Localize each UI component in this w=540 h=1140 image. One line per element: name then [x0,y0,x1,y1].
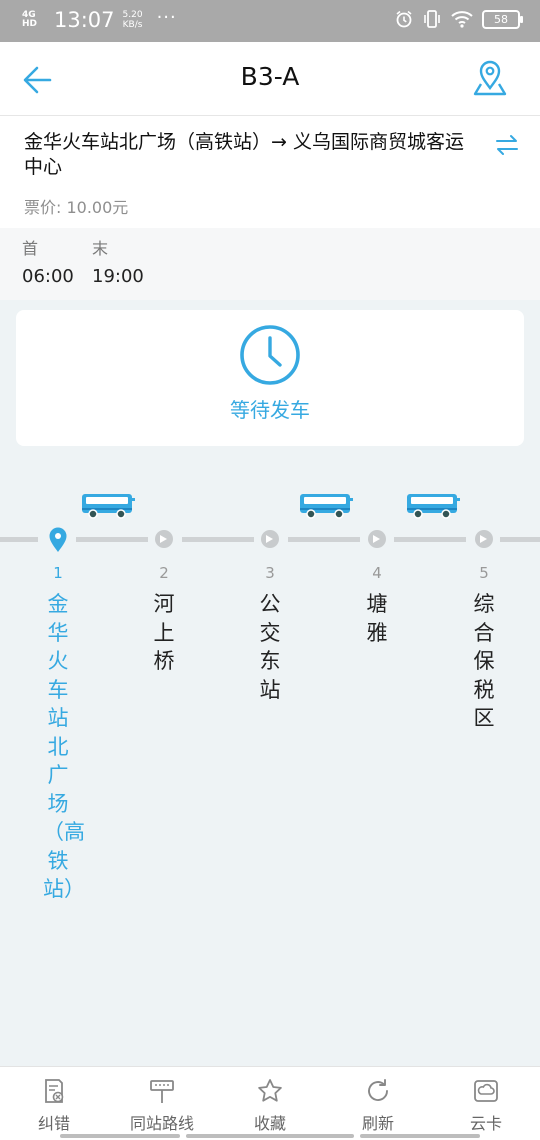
station-number: 5 [479,564,489,582]
gesture-bar [360,1134,480,1138]
station-node-icon[interactable] [475,530,493,548]
route-segment [394,537,466,542]
refresh-icon [368,1079,388,1101]
map-pin-icon [473,60,507,96]
battery-indicator: 58 [482,9,523,29]
station-name[interactable]: 河上桥 [149,590,179,676]
status-time: 13:07 [54,8,115,32]
bottom-nav: 纠错 同站路线 收藏 刷新 云卡 [0,1066,540,1140]
swap-icon [496,135,518,155]
route-segment [500,537,540,542]
nav-label: 纠错 [37,1114,70,1133]
nav-error-report[interactable]: 纠错 [0,1067,108,1140]
route-segment [288,537,360,542]
bus-stop-icon [150,1080,174,1103]
star-icon [258,1079,282,1102]
service-hours: 首 末 06:00 19:00 [0,228,540,300]
station-node-icon[interactable] [261,530,279,548]
app-header: B3-A [0,42,540,116]
last-bus-label: 末 [92,239,109,258]
gesture-bar [186,1134,354,1138]
station-number: 2 [159,564,169,582]
more-notifications-icon: ··· [156,6,177,28]
nav-same-stop-routes[interactable]: 同站路线 [108,1067,216,1140]
network-speed: 5.20 KB/s [122,10,143,30]
wifi-icon [451,11,473,28]
map-button[interactable] [470,58,510,100]
vibrate-icon [424,10,440,28]
network-indicator: 4G HD [22,10,38,29]
bus-icon[interactable] [298,492,354,520]
alarm-icon [396,10,412,28]
bus-icon[interactable] [80,492,136,520]
cloud-card-icon [474,1080,498,1102]
station-name[interactable]: 金华火车站北广场（高铁站） [43,590,85,904]
route-info: 金华火车站北广场（高铁站）→ 义乌国际商贸城客运中心 票价: 10.00元 [0,116,540,228]
station-number: 3 [265,564,275,582]
error-report-icon [45,1079,64,1103]
nav-refresh[interactable]: 刷新 [324,1067,432,1140]
departure-status-card: 等待发车 [16,310,524,446]
page-title: B3-A [240,62,300,91]
status-bar: 4G HD 13:07 5.20 KB/s ··· 58 [0,0,540,42]
station-name[interactable]: 塘雅 [362,590,392,647]
station-name[interactable]: 综合保税区 [469,590,499,733]
station-number: 4 [372,564,382,582]
gesture-bar [60,1134,180,1138]
bus-icon[interactable] [405,492,461,520]
first-bus-time: 06:00 [22,266,74,287]
swap-direction-button[interactable] [494,132,520,158]
nav-label: 收藏 [253,1114,286,1133]
clock-icon [240,325,300,385]
fare-label: 票价: 10.00元 [24,198,129,217]
nav-label: 刷新 [361,1114,394,1133]
nav-label: 云卡 [469,1114,502,1133]
station-name[interactable]: 公交东站 [255,590,285,704]
route-segment [76,537,148,542]
nav-cloud-card[interactable]: 云卡 [432,1067,540,1140]
first-bus-label: 首 [22,239,39,258]
route-segment [182,537,254,542]
nav-label: 同站路线 [129,1114,194,1133]
last-bus-time: 19:00 [92,266,144,287]
route-diagram: 1 2 3 4 5 金华火车站北广场（高铁站） 河上桥 公交东站 塘雅 综合保税… [0,480,540,980]
route-endpoints: 金华火车站北广场（高铁站）→ 义乌国际商贸城客运中心 [24,131,464,178]
station-node-icon[interactable] [155,530,173,548]
waiting-status: 等待发车 [230,398,310,422]
route-segment [0,537,38,542]
current-station-pin-icon[interactable] [48,527,68,553]
station-node-icon[interactable] [368,530,386,548]
nav-favorite[interactable]: 收藏 [216,1067,324,1140]
station-number: 1 [53,564,63,582]
